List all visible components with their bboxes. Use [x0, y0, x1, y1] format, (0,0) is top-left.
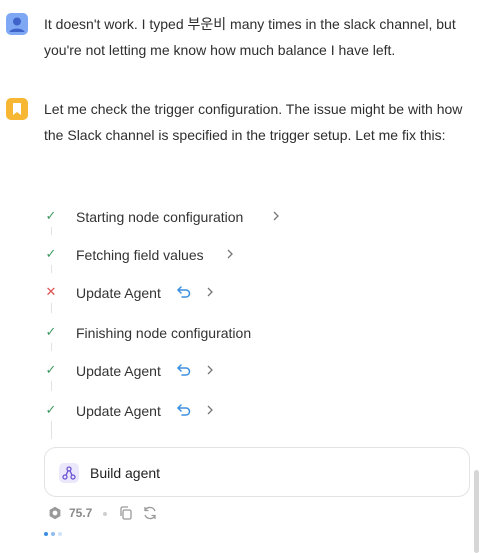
step-item[interactable]: ✓ Fetching field values	[0, 240, 481, 270]
undo-icon[interactable]	[176, 362, 192, 378]
step-label: Fetching field values	[76, 247, 204, 263]
copy-icon[interactable]	[118, 505, 134, 521]
step-label: Finishing node configuration	[76, 325, 252, 341]
loading-dot	[44, 532, 48, 536]
check-icon: ✓	[45, 402, 57, 417]
check-icon: ✓	[45, 362, 57, 377]
loading-dot	[58, 532, 62, 536]
step-label: Starting node configuration	[76, 209, 244, 225]
step-label: Update Agent	[76, 285, 161, 301]
credit-icon	[49, 506, 61, 520]
check-icon: ✓	[45, 246, 57, 261]
build-agent-label: Build agent	[90, 465, 161, 481]
retry-icon[interactable]	[142, 505, 158, 521]
bot-avatar	[6, 98, 28, 120]
step-label: Update Agent	[76, 363, 161, 379]
scrollbar-thumb[interactable]	[474, 470, 479, 553]
step-item[interactable]: ✓ Update Agent	[0, 356, 481, 386]
chevron-right-icon[interactable]	[226, 249, 234, 259]
step-item[interactable]: ✓ Starting node configuration	[0, 202, 481, 232]
chevron-right-icon[interactable]	[206, 287, 214, 297]
error-x-icon: ✕	[45, 284, 57, 299]
step-label: Update Agent	[76, 403, 161, 419]
user-avatar	[6, 13, 28, 35]
loading-dot	[51, 532, 55, 536]
bookmark-icon	[13, 103, 21, 115]
user-message-text: It doesn't work. I typed 부운비 many times …	[44, 16, 456, 58]
user-icon	[9, 17, 25, 32]
chevron-right-icon[interactable]	[206, 365, 214, 375]
undo-icon[interactable]	[176, 284, 192, 300]
credit-value: 75.7	[69, 506, 93, 520]
step-item[interactable]: ✓ Finishing node configuration	[0, 318, 481, 348]
check-icon: ✓	[45, 208, 57, 223]
chevron-right-icon[interactable]	[206, 405, 214, 415]
loading-indicator	[44, 532, 74, 538]
build-agent-card[interactable]: Build agent	[44, 447, 470, 497]
chevron-right-icon[interactable]	[272, 211, 280, 221]
step-item[interactable]: ✕ Update Agent	[0, 278, 481, 308]
step-item[interactable]: ✓ Update Agent	[0, 396, 481, 426]
assistant-message-text: Let me check the trigger configuration. …	[44, 101, 463, 143]
check-icon: ✓	[45, 324, 57, 339]
separator-dot	[103, 512, 107, 516]
undo-icon[interactable]	[176, 402, 192, 418]
build-agent-icon-wrap	[59, 463, 79, 483]
message-footer: 75.7	[48, 503, 248, 523]
agent-nodes-icon	[62, 466, 76, 480]
